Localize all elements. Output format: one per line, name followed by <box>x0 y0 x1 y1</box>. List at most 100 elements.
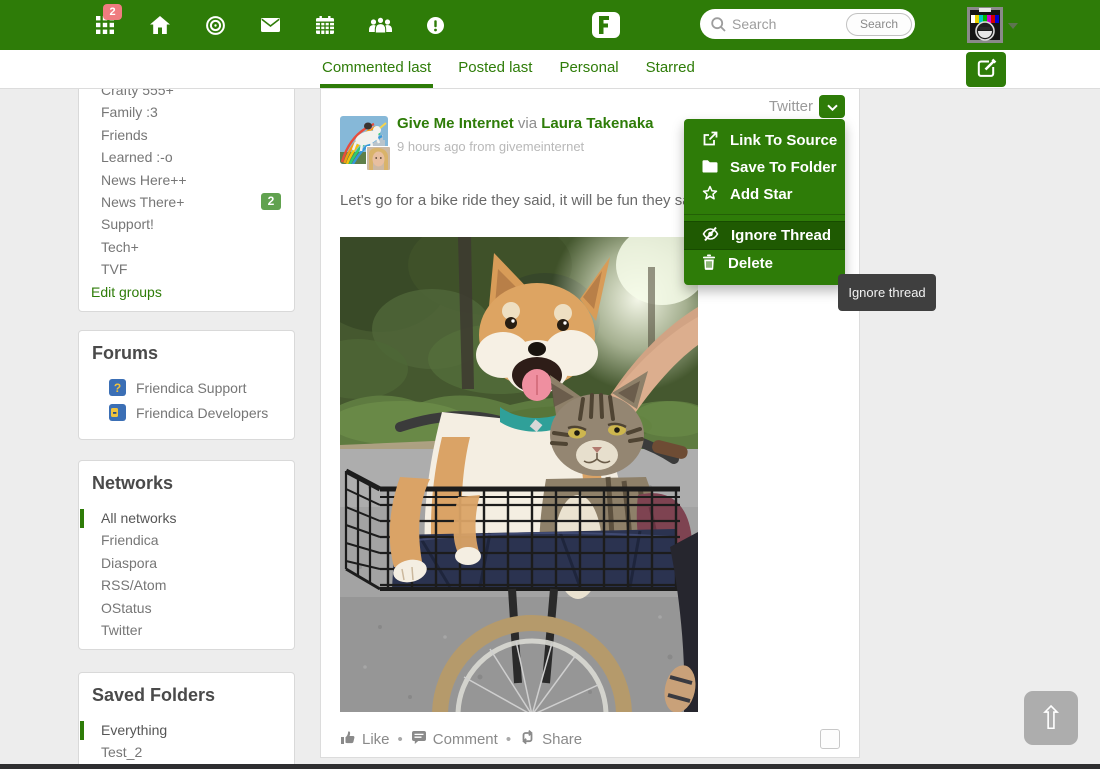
ignore-thread-tooltip: Ignore thread <box>838 274 936 311</box>
group-item[interactable]: Learned :-o <box>79 146 294 168</box>
network-filter-twitter[interactable]: Twitter <box>79 619 294 641</box>
pencil-square-icon <box>976 58 997 82</box>
post-timestamp[interactable]: 9 hours ago from givemeinternet <box>397 139 584 154</box>
tab-commented-last[interactable]: Commented last <box>320 50 433 88</box>
friendica-stream-page: 2 <box>0 0 1100 769</box>
thumbs-up-icon <box>340 729 356 749</box>
group-item-label: News There+ <box>101 194 184 210</box>
mail-icon <box>261 18 280 32</box>
user-group-icon <box>369 17 392 33</box>
group-unread-badge: 2 <box>261 193 281 210</box>
post-action-bar: Like • Comment • Share <box>340 729 582 749</box>
folder-item-everything[interactable]: Everything <box>79 719 294 741</box>
contacts-button[interactable] <box>369 0 391 50</box>
selected-indicator <box>80 721 84 740</box>
eye-slash-icon <box>702 226 719 246</box>
networks-panel: Networks All networks Friendica Diaspora… <box>78 460 295 650</box>
group-item[interactable]: News There+ 2 <box>79 191 294 213</box>
group-item[interactable]: Friends <box>79 124 294 146</box>
like-button[interactable]: Like <box>340 729 390 749</box>
comment-label: Comment <box>433 731 498 748</box>
compose-post-button[interactable] <box>966 52 1006 87</box>
separator-dot: • <box>398 731 403 748</box>
menu-item-ignore-thread[interactable]: Ignore Thread <box>684 221 845 250</box>
group-item[interactable]: TVF <box>79 258 294 280</box>
forums-panel: Forums ? Friendica Support Friendica Dev… <box>78 330 295 440</box>
network-filter-friendica[interactable]: Friendica <box>79 529 294 551</box>
forum-item[interactable]: Friendica Developers <box>79 400 294 425</box>
retweet-icon <box>519 729 536 749</box>
apps-menu-button[interactable]: 2 <box>94 0 116 50</box>
network-filter-rss[interactable]: RSS/Atom <box>79 574 294 596</box>
menu-item-link-to-source[interactable]: Link To Source <box>684 127 845 154</box>
menu-item-label: Save To Folder <box>730 159 836 176</box>
post-author-link[interactable]: Give Me Internet <box>397 115 514 132</box>
post-select-checkbox[interactable] <box>820 729 840 749</box>
notifications-button[interactable] <box>424 0 446 50</box>
forum-avatar-icon: ? <box>109 379 126 396</box>
separator-dot: • <box>506 731 511 748</box>
search-input[interactable] <box>726 16 846 32</box>
via-author-avatar[interactable] <box>366 146 391 171</box>
events-button[interactable] <box>314 0 336 50</box>
tab-starred[interactable]: Starred <box>644 50 697 88</box>
friendica-logo[interactable] <box>592 12 620 38</box>
group-item[interactable]: Tech+ <box>79 236 294 258</box>
forum-item-label: Friendica Developers <box>136 405 268 421</box>
share-label: Share <box>542 731 582 748</box>
user-menu-caret[interactable] <box>1008 23 1018 29</box>
bullseye-icon <box>206 16 225 35</box>
post-network-label: Twitter <box>769 98 813 115</box>
post-menu-toggle-button[interactable] <box>819 95 845 118</box>
tab-personal[interactable]: Personal <box>557 50 620 88</box>
scroll-to-top-button[interactable]: ⇧ <box>1024 691 1078 745</box>
chevron-down-icon <box>827 99 838 114</box>
via-label: via <box>518 115 537 132</box>
menu-item-label: Delete <box>728 255 773 272</box>
up-arrow-icon: ⇧ <box>1038 700 1065 736</box>
forum-avatar-icon <box>109 404 126 421</box>
search-submit-button[interactable]: Search <box>846 13 912 36</box>
saved-folders-panel: Saved Folders Everything Test_2 <box>78 672 295 769</box>
like-label: Like <box>362 731 390 748</box>
search-icon <box>711 17 726 32</box>
network-filter-ostatus[interactable]: OStatus <box>79 597 294 619</box>
user-avatar[interactable] <box>967 7 1003 43</box>
comment-button[interactable]: Comment <box>411 730 498 749</box>
alert-circle-icon <box>427 17 444 34</box>
forum-item[interactable]: ? Friendica Support <box>79 375 294 400</box>
selected-indicator <box>80 509 84 528</box>
search-box: Search <box>700 9 915 39</box>
menu-item-add-star[interactable]: Add Star <box>684 181 845 208</box>
folder-item-label: Everything <box>101 722 167 738</box>
group-item[interactable]: Support! <box>79 213 294 235</box>
home-button[interactable] <box>149 0 171 50</box>
folder-item-test2[interactable]: Test_2 <box>79 741 294 763</box>
post-photo[interactable] <box>340 237 698 712</box>
post-options-menu: Link To Source Save To Folder Add Star I… <box>684 119 845 285</box>
network-filter-all[interactable]: All networks <box>79 507 294 529</box>
star-outline-icon <box>702 185 718 205</box>
messages-button[interactable] <box>259 0 281 50</box>
community-button[interactable] <box>204 0 226 50</box>
calendar-icon <box>316 16 334 34</box>
menu-item-label: Ignore Thread <box>731 227 831 244</box>
menu-item-save-to-folder[interactable]: Save To Folder <box>684 154 845 181</box>
forum-item-label: Friendica Support <box>136 380 247 396</box>
group-item[interactable]: Family :3 <box>79 101 294 123</box>
network-filter-diaspora[interactable]: Diaspora <box>79 552 294 574</box>
saved-folders-title: Saved Folders <box>79 673 294 706</box>
group-item[interactable]: News Here++ <box>79 169 294 191</box>
post-author-line: Give Me Internet via Laura Takenaka <box>397 115 654 132</box>
svg-text:?: ? <box>114 381 121 395</box>
share-button[interactable]: Share <box>519 729 582 749</box>
edit-groups-link[interactable]: Edit groups <box>79 281 294 303</box>
tab-posted-last[interactable]: Posted last <box>456 50 534 88</box>
menu-item-label: Link To Source <box>730 132 837 149</box>
via-author-link[interactable]: Laura Takenaka <box>541 115 653 132</box>
top-navbar: 2 <box>0 0 1100 50</box>
comment-bubble-icon <box>411 730 427 749</box>
next-post-image-edge <box>0 764 1100 769</box>
menu-item-delete[interactable]: Delete <box>684 250 845 277</box>
forums-title: Forums <box>79 331 294 364</box>
